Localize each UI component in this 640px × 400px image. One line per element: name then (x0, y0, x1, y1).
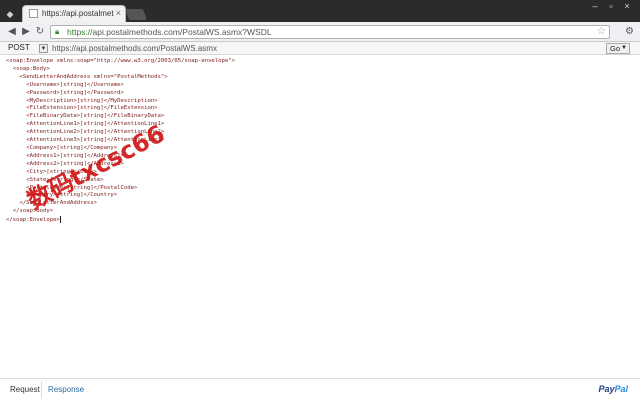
reload-icon[interactable]: ↻ (34, 26, 46, 38)
close-window-icon[interactable]: × (620, 0, 634, 12)
wrench-menu-icon[interactable]: ⚙ (625, 26, 634, 38)
go-button[interactable]: Go ▼ (606, 43, 630, 54)
lock-icon: 🔒︎ (55, 27, 60, 36)
page-favicon-icon (29, 9, 38, 18)
xml-line: </soap:Envelope> (6, 216, 61, 224)
request-url-input[interactable]: https://api.postalmethods.com/PostalWS.a… (52, 43, 602, 54)
title-bar: ◆ https://api.postalmethods.com × – ▫ × (0, 0, 640, 22)
close-tab-icon[interactable]: × (116, 8, 121, 18)
paypal-pal: Pal (614, 384, 628, 394)
bookmark-star-icon[interactable]: ☆ (597, 26, 606, 38)
text-caret (59, 216, 61, 224)
new-tab-button[interactable] (124, 9, 148, 20)
xml-line: <soap:Envelope xmlns:soap="http://www.w3… (6, 58, 236, 64)
request-body-editor[interactable]: <soap:Envelope xmlns:soap="http://www.w3… (0, 55, 640, 378)
xml-line: <Password>[string]</Password> (6, 89, 124, 96)
url-host-path: api.postalmethods.com/PostalWS.asmx?WSDL (92, 27, 272, 37)
bottom-bar: Request Response PayPal (0, 378, 640, 400)
window-controls: – ▫ × (588, 0, 634, 14)
xml-line: <FileBinaryData>[string]</FileBinaryData… (6, 113, 165, 120)
xml-line: <AttentionLine1>[string]</AttentionLine1… (6, 121, 165, 128)
go-dropdown-icon[interactable]: ▼ (621, 44, 627, 53)
go-button-label: Go (610, 44, 621, 53)
xml-line: <FileExtension>[string]</FileExtension> (6, 105, 158, 112)
method-dropdown-icon[interactable]: ▼ (39, 44, 48, 53)
paypal-logo: PayPal (598, 384, 628, 394)
xml-line: <MyDescription>[string]</MyDescription> (6, 97, 158, 104)
maximize-icon[interactable]: ▫ (604, 0, 618, 12)
url-scheme: https:// (67, 27, 93, 37)
paypal-pay: Pay (598, 384, 615, 394)
address-url[interactable]: https://api.postalmethods.com/PostalWS.a… (67, 27, 272, 37)
xml-line: <SendLetterAndAddress xmlns="PostalMetho… (6, 73, 168, 80)
forward-icon[interactable]: ▶ (20, 26, 32, 38)
tab-title: https://api.postalmethods.com (42, 9, 114, 18)
back-icon[interactable]: ◀ (6, 26, 18, 38)
tab-list-icon[interactable]: ◆ (4, 9, 16, 19)
tab-divider (41, 381, 42, 399)
xml-line: <soap:Body> (6, 65, 50, 72)
address-bar[interactable]: 🔒︎ https://api.postalmethods.com/PostalW… (50, 25, 610, 39)
tab-request[interactable]: Request (10, 385, 40, 394)
request-bar: POST ▼ https://api.postalmethods.com/Pos… (0, 42, 640, 55)
xml-line: <Username>[string]</Username> (6, 81, 124, 88)
browser-toolbar: ◀ ▶ ↻ 🔒︎ https://api.postalmethods.com/P… (0, 22, 640, 42)
minimize-icon[interactable]: – (588, 0, 602, 12)
method-select[interactable]: POST (8, 43, 30, 52)
tab-response[interactable]: Response (48, 385, 84, 394)
browser-tab[interactable]: https://api.postalmethods.com × (22, 5, 126, 22)
